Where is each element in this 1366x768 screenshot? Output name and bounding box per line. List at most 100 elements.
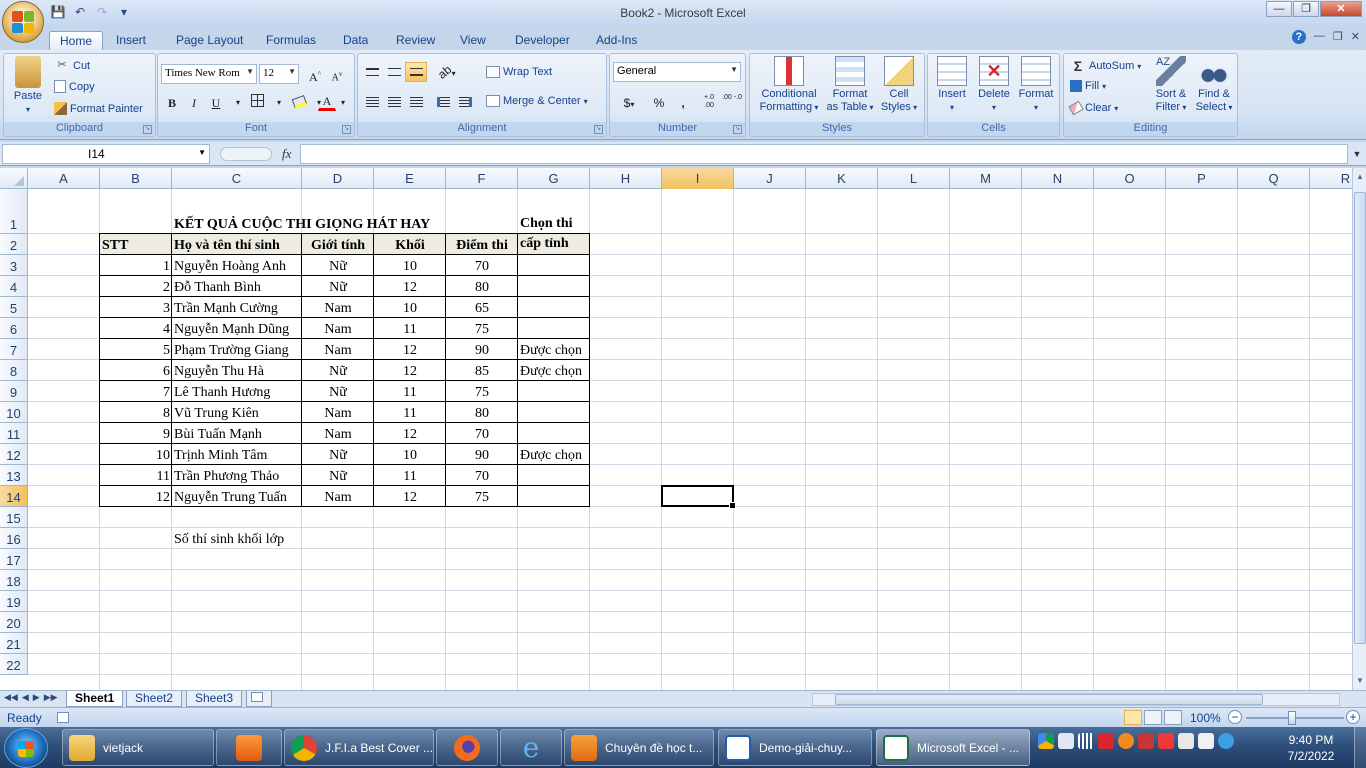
cell-gender[interactable]: Nữ: [302, 444, 374, 465]
row-header-20[interactable]: 20: [0, 612, 28, 633]
cell-score[interactable]: 90: [446, 444, 518, 465]
app-tray-icon[interactable]: [1138, 733, 1154, 749]
row-header-13[interactable]: 13: [0, 465, 28, 486]
taskbar-item-vietjack[interactable]: vietjack: [62, 729, 214, 766]
zoom-in-button[interactable]: +: [1346, 710, 1360, 724]
font-name-combo[interactable]: Times New Rom ▼: [161, 64, 257, 84]
zoom-out-button[interactable]: −: [1228, 710, 1242, 724]
clipboard-launcher-icon[interactable]: ↘: [143, 125, 152, 134]
column-header-i[interactable]: I: [662, 168, 734, 189]
row-header-2[interactable]: 2: [0, 234, 28, 255]
tab-add-ins[interactable]: Add-Ins: [586, 31, 647, 50]
currency-button[interactable]: $▾: [614, 93, 644, 113]
column-header-o[interactable]: O: [1094, 168, 1166, 189]
cell-name[interactable]: Lê Thanh Hương: [172, 381, 302, 402]
cell-stt[interactable]: 4: [100, 318, 172, 339]
cell-selected[interactable]: [518, 255, 590, 276]
fill-button[interactable]: Fill ▾: [1070, 80, 1106, 92]
column-header-n[interactable]: N: [1022, 168, 1094, 189]
align-right-button[interactable]: [405, 93, 427, 113]
scroll-up-icon[interactable]: ▲: [1354, 170, 1366, 184]
worksheet-grid[interactable]: ABCDEFGHIJKLMNOPQR 1 2 3 4 5 6 7 8 9 10 11 12 13 14 15…: [0, 168, 1352, 690]
volume-icon[interactable]: [1058, 733, 1074, 749]
cell-score[interactable]: 70: [446, 255, 518, 276]
help-icon[interactable]: ?: [1291, 30, 1306, 44]
align-center-button[interactable]: [383, 93, 405, 113]
note-cell[interactable]: Số thí sinh khối lớp: [172, 528, 302, 549]
row-header-6[interactable]: 6: [0, 318, 28, 339]
number-format-combo[interactable]: General ▼: [613, 62, 741, 82]
cell-grade[interactable]: 12: [374, 486, 446, 507]
sort-filter-button[interactable]: AZ Sort & Filter ▾: [1150, 56, 1192, 114]
network-icon[interactable]: [1078, 733, 1094, 749]
row-header-22[interactable]: 22: [0, 654, 28, 675]
insert-sheet-button[interactable]: [246, 691, 272, 707]
tab-formulas[interactable]: Formulas: [256, 31, 326, 50]
cell-gender[interactable]: Nam: [302, 402, 374, 423]
tab-review[interactable]: Review: [386, 31, 445, 50]
horizontal-scroll-thumb[interactable]: [835, 694, 1263, 705]
autosum-button[interactable]: Σ AutoSum ▾: [1070, 58, 1141, 74]
conditional-formatting-button[interactable]: Conditional Formatting ▾: [754, 56, 824, 114]
insert-function-button[interactable]: fx: [282, 146, 291, 162]
header-grade[interactable]: Khối: [374, 234, 446, 255]
taskbar-item-chrome[interactable]: J.F.I.a Best Cover ...: [284, 729, 434, 766]
flag-icon[interactable]: [1198, 733, 1214, 749]
row-header-8[interactable]: 8: [0, 360, 28, 381]
scroll-down-icon[interactable]: ▼: [1354, 674, 1366, 688]
next-sheet-icon[interactable]: ▶: [33, 692, 40, 703]
cell-grade[interactable]: 11: [374, 402, 446, 423]
column-header-f[interactable]: F: [446, 168, 518, 189]
macro-recording-icon[interactable]: [57, 712, 69, 723]
cell-selected[interactable]: [518, 402, 590, 423]
cell-stt[interactable]: 10: [100, 444, 172, 465]
header-score[interactable]: Điểm thi: [446, 234, 518, 255]
copy-button[interactable]: Copy: [54, 80, 95, 93]
cell-gender[interactable]: Nữ: [302, 276, 374, 297]
column-header-q[interactable]: Q: [1238, 168, 1310, 189]
cell-name[interactable]: Trịnh Minh Tâm: [172, 444, 302, 465]
row-header-18[interactable]: 18: [0, 570, 28, 591]
cell-selected[interactable]: [518, 297, 590, 318]
cell-gender[interactable]: Nam: [302, 339, 374, 360]
formula-input[interactable]: [300, 144, 1348, 164]
insert-cells-button[interactable]: Insert ▾: [930, 56, 974, 114]
cell-name[interactable]: Trần Mạnh Cường: [172, 297, 302, 318]
app-tray-icon[interactable]: [1218, 733, 1234, 749]
font-color-button[interactable]: A: [318, 93, 336, 111]
app-tray-icon[interactable]: [1118, 733, 1134, 749]
row-header-1[interactable]: 1: [0, 189, 28, 234]
cell-grade[interactable]: 11: [374, 465, 446, 486]
cell-name[interactable]: Đỗ Thanh Bình: [172, 276, 302, 297]
start-button[interactable]: [4, 728, 48, 768]
sheet-tab-sheet3[interactable]: Sheet3: [186, 691, 243, 707]
cell-selected[interactable]: Được chọn: [518, 339, 590, 360]
row-header-15[interactable]: 15: [0, 507, 28, 528]
column-header-e[interactable]: E: [374, 168, 446, 189]
cell-score[interactable]: 80: [446, 276, 518, 297]
office-button[interactable]: [2, 1, 44, 43]
cell-stt[interactable]: 8: [100, 402, 172, 423]
cell-score[interactable]: 85: [446, 360, 518, 381]
cut-button[interactable]: ✂ Cut: [54, 58, 90, 74]
row-header-3[interactable]: 3: [0, 255, 28, 276]
grow-font-button[interactable]: A^: [304, 64, 326, 84]
cell-score[interactable]: 75: [446, 486, 518, 507]
cell-stt[interactable]: 1: [100, 255, 172, 276]
merge-center-button[interactable]: Merge & Center ▾: [486, 95, 588, 107]
font-color-dropdown-icon[interactable]: ▾: [336, 93, 350, 113]
cell-score[interactable]: 70: [446, 465, 518, 486]
row-header-5[interactable]: 5: [0, 297, 28, 318]
column-header-d[interactable]: D: [302, 168, 374, 189]
zoom-level[interactable]: 100%: [1190, 711, 1221, 725]
find-select-button[interactable]: Find & Select ▾: [1192, 56, 1236, 114]
tab-view[interactable]: View: [450, 31, 496, 50]
column-header-g[interactable]: G: [518, 168, 590, 189]
column-header-c[interactable]: C: [172, 168, 302, 189]
cell-stt[interactable]: 12: [100, 486, 172, 507]
prev-sheet-icon[interactable]: ◀: [22, 692, 29, 703]
page-layout-view-button[interactable]: [1144, 710, 1162, 725]
decrease-decimal-button[interactable]: .00 -.0: [721, 93, 743, 113]
wrap-text-button[interactable]: Wrap Text: [486, 66, 552, 78]
cell-stt[interactable]: 6: [100, 360, 172, 381]
